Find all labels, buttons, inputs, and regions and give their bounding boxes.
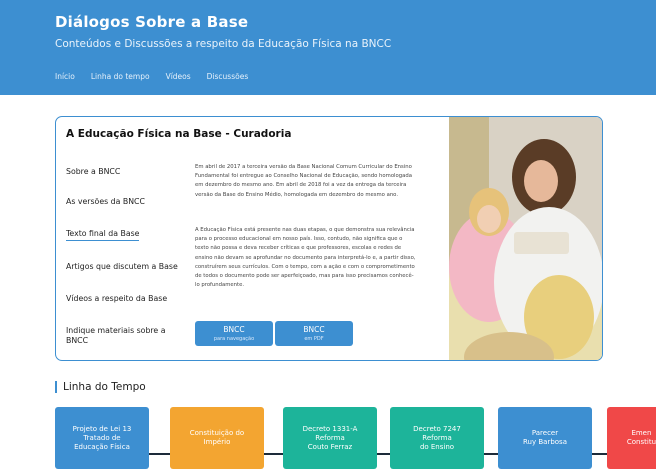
sidebar-item-versoes[interactable]: As versões da BNCC: [66, 197, 145, 206]
timeline-item-decreto-1331a[interactable]: Decreto 1331-A Reforma Couto Ferraz: [283, 407, 377, 469]
timeline-item-projeto-lei-13[interactable]: Projeto de Lei 13 Tratado de Educação Fí…: [55, 407, 149, 469]
nav-item-discussoes[interactable]: Discussões: [207, 72, 249, 81]
timeline-item-parecer-ruy-barbosa[interactable]: Parecer Ruy Barbosa: [498, 407, 592, 469]
card-title: A Educação Física na Base - Curadoria: [66, 128, 292, 140]
button-label: BNCC: [223, 325, 245, 334]
timeline-item-constituicao-imperio[interactable]: Constituição do Império: [170, 407, 264, 469]
nav-item-videos[interactable]: Vídeos: [166, 72, 191, 81]
timeline-item-decreto-7247[interactable]: Decreto 7247 Reforma do Ensino: [390, 407, 484, 469]
nav-item-inicio[interactable]: Início: [55, 72, 75, 81]
detail-paragraph: A Educação Física está presente nas duas…: [195, 227, 416, 289]
button-sublabel: em PDF: [304, 336, 324, 342]
timeline-title: Linha do Tempo: [55, 381, 146, 393]
nav-item-linha-do-tempo[interactable]: Linha do tempo: [91, 72, 150, 81]
site-subtitle: Conteúdos e Discussões a respeito da Edu…: [55, 38, 392, 50]
main-nav: Início Linha do tempo Vídeos Discussões: [55, 72, 248, 81]
sidebar-item-sobre[interactable]: Sobre a BNCC: [66, 167, 120, 176]
curadoria-card: A Educação Física na Base - Curadoria So…: [55, 116, 603, 361]
sidebar-item-indique[interactable]: Indique materiais sobre a BNCC: [66, 326, 171, 346]
site-header: Diálogos Sobre a Base Conteúdos e Discus…: [0, 0, 656, 95]
button-sublabel: para navegação: [213, 336, 255, 342]
sidebar-item-artigos[interactable]: Artigos que discutem a Base: [66, 262, 178, 271]
bncc-navigation-button[interactable]: BNCC para navegação: [195, 321, 273, 346]
classroom-photo: [449, 117, 602, 360]
intro-paragraph: Em abril de 2017 a terceira versão da Ba…: [195, 164, 412, 198]
sidebar-item-videos[interactable]: Vídeos a respeito da Base: [66, 294, 167, 303]
bncc-pdf-button[interactable]: BNCC em PDF: [275, 321, 353, 346]
button-label: BNCC: [303, 325, 325, 334]
sidebar-item-texto-final[interactable]: Texto final da Base: [66, 229, 140, 241]
site-title[interactable]: Diálogos Sobre a Base: [55, 13, 248, 31]
timeline-item-emenda-constitucional[interactable]: Emen Constitu: [607, 407, 656, 469]
